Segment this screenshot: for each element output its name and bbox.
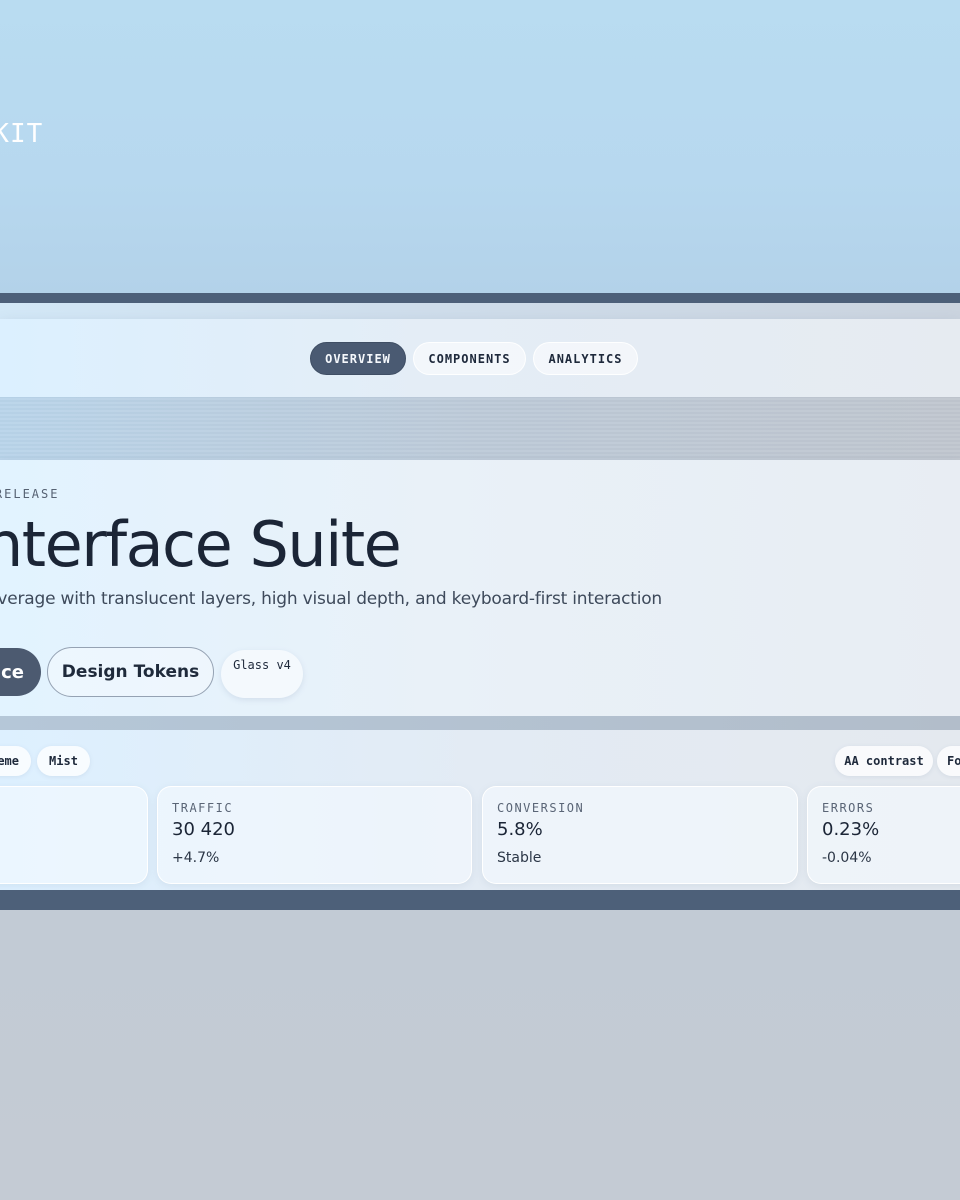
metric-card-partial	[0, 786, 148, 884]
metric-card-conversion: CONVERSION 5.8% Stable	[482, 786, 798, 884]
tab-analytics[interactable]: ANALYTICS	[533, 342, 638, 375]
app-window: OVERVIEW COMPONENTS ANALYTICS CED RELEAS…	[0, 303, 960, 890]
metric-label: ERRORS	[822, 801, 875, 815]
section-divider	[0, 716, 960, 730]
theme-chip[interactable]: eme	[0, 746, 31, 776]
hero-panel: CED RELEASE nterface Suite coverage with…	[0, 460, 960, 716]
metric-card-errors: ERRORS 0.23% -0.04%	[807, 786, 960, 884]
metrics-section: eme Mist AA contrast Fo TRAFFIC 30 420 +…	[0, 730, 960, 890]
metric-delta: Stable	[497, 850, 542, 866]
metric-label: CONVERSION	[497, 801, 585, 815]
mist-theme-chip[interactable]: Mist	[37, 746, 90, 776]
metric-delta: +4.7%	[172, 850, 220, 866]
metric-card-traffic: TRAFFIC 30 420 +4.7%	[157, 786, 472, 884]
hero-subtitle: coverage with translucent layers, high v…	[0, 589, 663, 609]
focus-chip[interactable]: Fo	[937, 746, 960, 776]
tab-overview[interactable]: OVERVIEW	[310, 342, 406, 375]
top-navigation: OVERVIEW COMPONENTS ANALYTICS	[0, 319, 960, 397]
hero-title: nterface Suite	[0, 508, 402, 581]
aa-contrast-chip[interactable]: AA contrast	[835, 746, 933, 776]
metric-value: 5.8%	[497, 819, 543, 840]
primary-cta-button[interactable]: ce	[0, 648, 41, 696]
design-tokens-button[interactable]: Design Tokens	[47, 647, 214, 697]
hero-eyebrow: CED RELEASE	[0, 487, 60, 501]
version-badge: Glass v4	[221, 650, 303, 698]
tab-components[interactable]: COMPONENTS	[413, 342, 526, 375]
metric-delta: -0.04%	[822, 850, 872, 866]
metric-value: 30 420	[172, 819, 235, 840]
metric-value: 0.23%	[822, 819, 880, 840]
decorative-band	[0, 397, 960, 460]
metric-label: TRAFFIC	[172, 801, 234, 815]
app-frame: OVERVIEW COMPONENTS ANALYTICS CED RELEAS…	[0, 293, 960, 910]
brand-logo-text: N-KIT	[0, 119, 44, 149]
